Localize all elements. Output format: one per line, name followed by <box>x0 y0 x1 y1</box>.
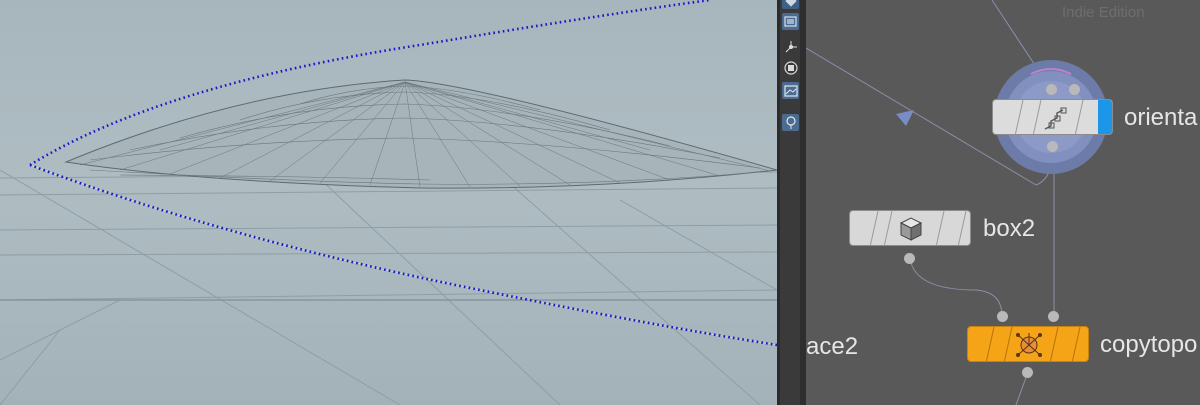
output-port[interactable] <box>904 253 915 264</box>
wire-arrow <box>896 110 914 126</box>
network-editor[interactable]: Indie Edition orienta box2 ace2 copytopo <box>806 0 1200 405</box>
output-port[interactable] <box>1022 367 1033 378</box>
node-label-resample: ace2 <box>806 333 859 360</box>
curve-lower <box>29 163 777 347</box>
box-icon <box>899 217 923 241</box>
background-icon[interactable] <box>782 82 799 99</box>
orient-curve-icon <box>1044 107 1067 130</box>
display-options-icon[interactable] <box>782 0 799 9</box>
output-port[interactable] <box>1047 141 1058 152</box>
view-icon[interactable] <box>782 13 799 30</box>
node-label-copytopoints: copytopo <box>1100 331 1198 358</box>
input-port[interactable] <box>1048 311 1059 322</box>
copy-points-icon <box>1016 333 1042 357</box>
node-copytopoints[interactable] <box>967 326 1089 362</box>
node-label-orient: orienta <box>1124 104 1198 131</box>
viewport-canvas <box>0 0 777 405</box>
node-orient[interactable] <box>992 99 1113 135</box>
viewport-toolstrip <box>780 0 800 405</box>
node-label-box2: box2 <box>983 215 1036 242</box>
input-port[interactable] <box>997 311 1008 322</box>
edition-watermark: Indie Edition <box>1062 4 1145 21</box>
cone-wireframe <box>64 79 777 189</box>
input-port[interactable] <box>1069 84 1080 95</box>
light-icon[interactable] <box>782 114 799 131</box>
display-mode-icon[interactable] <box>782 59 799 76</box>
snap-icon[interactable] <box>782 38 799 55</box>
display-flag <box>1098 100 1112 134</box>
input-port[interactable] <box>1046 84 1057 95</box>
scene-viewport[interactable] <box>0 0 777 405</box>
node-box2[interactable] <box>849 210 971 246</box>
